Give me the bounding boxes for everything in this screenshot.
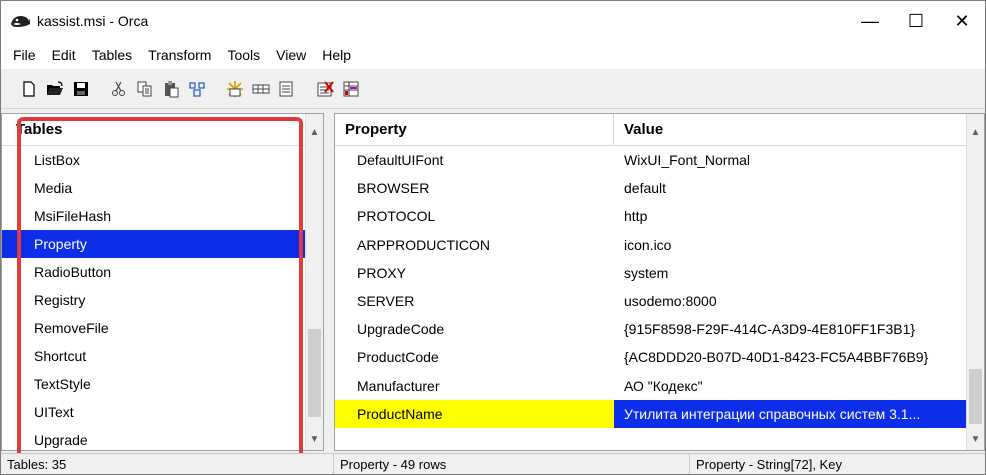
close-button[interactable]: ✕ <box>939 1 985 41</box>
status-row-count: Property - 49 rows <box>334 454 690 474</box>
scroll-thumb[interactable] <box>969 369 982 424</box>
scroll-up-icon[interactable]: ▲ <box>306 124 323 141</box>
table-item-property[interactable]: Property <box>2 230 306 258</box>
menu-transform[interactable]: Transform <box>140 47 219 63</box>
menu-help[interactable]: Help <box>314 47 359 63</box>
status-tables-count: Tables: 35 <box>1 454 334 474</box>
table-item-removefile[interactable]: RemoveFile <box>2 314 306 342</box>
table-row[interactable]: BROWSER default <box>335 174 967 202</box>
menu-bar: File Edit Tables Transform Tools View He… <box>1 41 985 69</box>
cell-property[interactable]: PROTOCOL <box>335 202 614 230</box>
table-item-msifilehash[interactable]: MsiFileHash <box>2 202 306 230</box>
validate-icon[interactable] <box>313 77 337 101</box>
table-item-registry[interactable]: Registry <box>2 286 306 314</box>
cell-property-highlighted[interactable]: ProductName <box>335 399 614 428</box>
open-folder-icon[interactable] <box>43 77 67 101</box>
cell-property[interactable]: BROWSER <box>335 174 614 202</box>
tables-pane: Tables ListBox Media MsiFileHash Propert… <box>1 113 324 451</box>
scroll-down-icon[interactable]: ▼ <box>967 431 984 448</box>
status-column-info: Property - String[72], Key <box>696 457 842 472</box>
cell-property[interactable]: PROXY <box>335 259 614 287</box>
cell-value-selected[interactable]: Утилита интеграции справочных систем 3.1… <box>614 399 967 428</box>
table-item-radiobutton[interactable]: RadioButton <box>2 258 306 286</box>
new-file-icon[interactable] <box>17 77 41 101</box>
status-bar: Tables: 35 Property - 49 rows Property -… <box>1 453 985 474</box>
copy-icon[interactable] <box>133 77 157 101</box>
toolbar <box>1 69 985 109</box>
menu-tools[interactable]: Tools <box>219 47 268 63</box>
menu-edit[interactable]: Edit <box>44 47 84 63</box>
add-table-icon[interactable] <box>223 77 247 101</box>
table-row[interactable]: DefaultUIFont WixUI_Font_Normal <box>335 146 967 174</box>
table-item-upgrade[interactable]: Upgrade <box>2 426 306 450</box>
merge-module-icon[interactable] <box>339 77 363 101</box>
table-item-listbox[interactable]: ListBox <box>2 146 306 174</box>
table-row[interactable]: ProductCode {AC8DDD20-B07D-40D1-8423-FC5… <box>335 343 967 371</box>
window-title: kassist.msi - Orca <box>37 13 149 29</box>
table-body: DefaultUIFont WixUI_Font_Normal BROWSER … <box>335 146 967 428</box>
table-row[interactable]: Manufacturer АО "Кодекс" <box>335 372 967 400</box>
table-header: Property Value <box>335 114 967 146</box>
column-header-property[interactable]: Property <box>335 114 614 146</box>
table-row-selected[interactable]: ProductName Утилита интеграции справочны… <box>335 399 967 428</box>
tables-scrollbar[interactable]: ▲ ▼ <box>305 114 323 450</box>
cell-property[interactable]: ProductCode <box>335 343 614 371</box>
minimize-button[interactable]: — <box>847 1 893 41</box>
table-item-media[interactable]: Media <box>2 174 306 202</box>
cell-value[interactable]: http <box>614 202 967 230</box>
table-row[interactable]: PROTOCOL http <box>335 202 967 230</box>
cell-value[interactable]: АО "Кодекс" <box>614 372 967 400</box>
column-header-value[interactable]: Value <box>614 114 967 146</box>
cell-property[interactable]: DefaultUIFont <box>335 146 614 174</box>
save-disk-icon[interactable] <box>69 77 93 101</box>
cell-value[interactable]: {915F8598-F29F-414C-A3D9-4E810FF1F3B1} <box>614 315 967 343</box>
scroll-down-icon[interactable]: ▼ <box>306 431 323 448</box>
orca-whale-icon <box>9 12 31 30</box>
tables-list: ListBox Media MsiFileHash Property Radio… <box>2 146 306 450</box>
cell-value[interactable]: {AC8DDD20-B07D-40D1-8423-FC5A4BBF76B9} <box>614 343 967 371</box>
menu-file[interactable]: File <box>5 47 44 63</box>
table-row[interactable]: UpgradeCode {915F8598-F29F-414C-A3D9-4E8… <box>335 315 967 343</box>
cell-value[interactable]: icon.ico <box>614 231 967 259</box>
cell-value[interactable]: system <box>614 259 967 287</box>
add-row-icon[interactable] <box>249 77 273 101</box>
scroll-up-icon[interactable]: ▲ <box>967 124 984 141</box>
maximize-button[interactable]: ☐ <box>893 1 939 41</box>
rows-pane: Property Value DefaultUIFont WixUI_Font_… <box>334 113 985 451</box>
cell-property[interactable]: ARPPRODUCTICON <box>335 231 614 259</box>
find-icon[interactable] <box>185 77 209 101</box>
table-item-uitext[interactable]: UIText <box>2 398 306 426</box>
paste-icon[interactable] <box>159 77 183 101</box>
drop-table-icon[interactable] <box>275 77 299 101</box>
cell-property[interactable]: UpgradeCode <box>335 315 614 343</box>
cell-value[interactable]: default <box>614 174 967 202</box>
title-bar[interactable]: kassist.msi - Orca — ☐ ✕ <box>1 1 985 41</box>
rows-scrollbar[interactable]: ▲ ▼ <box>966 114 984 450</box>
tables-header: Tables <box>2 114 306 146</box>
table-row[interactable]: ARPPRODUCTICON icon.ico <box>335 231 967 259</box>
table-item-textstyle[interactable]: TextStyle <box>2 370 306 398</box>
table-item-shortcut[interactable]: Shortcut <box>2 342 306 370</box>
cell-value[interactable]: usodemo:8000 <box>614 287 967 315</box>
cell-property[interactable]: Manufacturer <box>335 372 614 400</box>
cut-icon[interactable] <box>107 77 131 101</box>
menu-tables[interactable]: Tables <box>84 47 140 63</box>
cell-value[interactable]: WixUI_Font_Normal <box>614 146 967 174</box>
table-row[interactable]: PROXY system <box>335 259 967 287</box>
orca-window: kassist.msi - Orca — ☐ ✕ File Edit Table… <box>0 0 986 475</box>
scroll-thumb[interactable] <box>308 329 321 417</box>
table-row[interactable]: SERVER usodemo:8000 <box>335 287 967 315</box>
menu-view[interactable]: View <box>268 47 314 63</box>
cell-property[interactable]: SERVER <box>335 287 614 315</box>
